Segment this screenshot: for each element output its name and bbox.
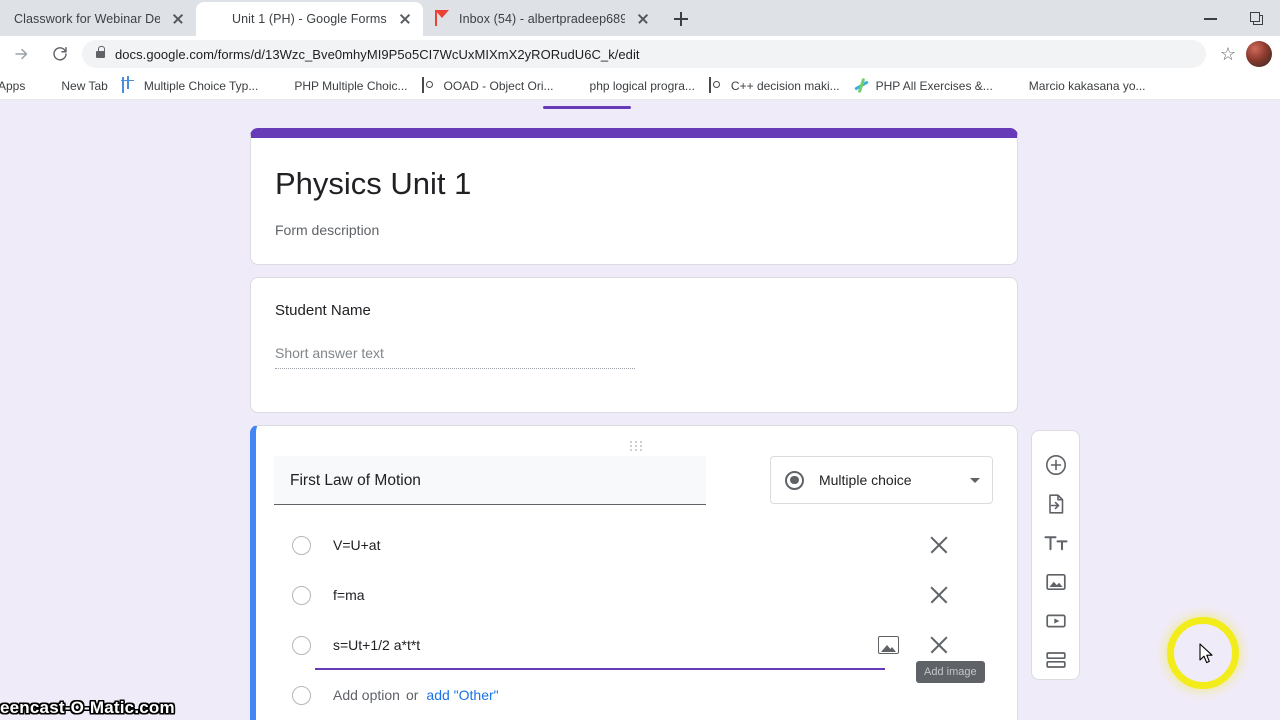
import-questions-button[interactable] xyxy=(1036,484,1076,523)
bookmark-php-all-exercises[interactable]: PHP All Exercises &... xyxy=(848,74,999,98)
browser-window: Classwork for Webinar Demo Unit 1 (PH) -… xyxy=(0,0,1280,720)
globe-icon xyxy=(272,78,288,94)
bookmarks-bar: Apps New Tab Multiple Choice Typ... PHP … xyxy=(0,72,1280,100)
bookmark-label: OOAD - Object Ori... xyxy=(443,78,554,93)
add-option-row[interactable]: Add option or add "Other" xyxy=(274,671,993,719)
add-video-button[interactable] xyxy=(1036,601,1076,640)
bookmark-multiple-choice-typ[interactable]: Multiple Choice Typ... xyxy=(116,74,265,98)
diamond-icon xyxy=(708,76,725,94)
option-row-focused[interactable]: s=Ut+1/2 a*t*t Add image xyxy=(274,621,993,683)
google-forms-favicon xyxy=(208,11,224,27)
blue-document-icon xyxy=(1168,78,1184,94)
mouse-cursor xyxy=(1199,643,1215,665)
option-row[interactable]: V=U+at xyxy=(274,521,993,569)
short-answer-placeholder: Short answer text xyxy=(275,345,635,369)
tab-title: Inbox (54) - albertpradeep689@g xyxy=(459,12,625,26)
maximize-window-icon[interactable] xyxy=(1234,2,1280,34)
questions-tab-indicator xyxy=(543,106,631,109)
lock-icon xyxy=(96,46,106,58)
table-icon xyxy=(121,76,138,94)
question-title: Student Name xyxy=(275,302,371,319)
diamond-icon xyxy=(421,76,438,94)
option-text[interactable]: s=Ut+1/2 a*t*t xyxy=(333,637,877,653)
tab-close-icon[interactable] xyxy=(635,11,651,27)
address-bar[interactable]: docs.google.com/forms/d/13Wzc_Bve0mhyMI9… xyxy=(82,40,1206,68)
minimize-window-icon[interactable] xyxy=(1188,2,1234,34)
bookmark-label: php logical progra... xyxy=(589,78,695,93)
tab-title: Classwork for Webinar Demo xyxy=(14,12,160,26)
globe-icon xyxy=(1007,78,1023,94)
star-icon[interactable]: ☆ xyxy=(1216,42,1240,66)
option-row[interactable]: f=ma xyxy=(274,571,993,619)
new-tab-button[interactable] xyxy=(667,5,695,33)
tab-strip: Classwork for Webinar Demo Unit 1 (PH) -… xyxy=(0,0,1280,36)
php-icon xyxy=(568,78,584,94)
gmail-favicon xyxy=(435,10,451,27)
window-controls xyxy=(1188,0,1280,36)
question-title-input[interactable]: First Law of Motion xyxy=(274,456,706,505)
add-other-link[interactable]: add "Other" xyxy=(426,687,498,703)
bookmark-label: PHP Multiple Choic... xyxy=(294,78,408,93)
google-forms-page: Physics Unit 1 Form description Student … xyxy=(0,100,1280,720)
bookmark-blue-document[interactable] xyxy=(1162,74,1196,98)
bookmark-ooad-object-ori[interactable]: OOAD - Object Ori... xyxy=(416,74,560,98)
bookmark-label: New Tab xyxy=(61,78,108,93)
bookmark-new-tab[interactable]: New Tab xyxy=(33,74,113,98)
question-header-row: First Law of Motion Multiple choice xyxy=(274,426,993,505)
url-text: docs.google.com/forms/d/13Wzc_Bve0mhyMI9… xyxy=(115,46,640,62)
question-type-dropdown[interactable]: Multiple choice xyxy=(769,456,993,504)
browser-toolbar: docs.google.com/forms/d/13Wzc_Bve0mhyMI9… xyxy=(0,36,1280,72)
form-title[interactable]: Physics Unit 1 xyxy=(275,164,993,208)
star-burst-icon xyxy=(854,78,870,94)
add-section-button[interactable] xyxy=(1036,640,1076,679)
or-label: or xyxy=(405,687,419,703)
option-focus-underline xyxy=(315,668,885,670)
form-description[interactable]: Form description xyxy=(275,222,993,238)
radio-unchecked-icon xyxy=(292,535,311,555)
option-text[interactable]: f=ma xyxy=(333,587,927,603)
screencast-watermark: eencast-O-Matic.com xyxy=(0,698,175,717)
radio-unchecked-icon xyxy=(292,635,311,655)
active-question-card[interactable]: First Law of Motion Multiple choice V=U+… xyxy=(250,425,1018,720)
add-title-and-description-button[interactable] xyxy=(1036,523,1076,562)
bookmark-label: C++ decision maki... xyxy=(730,78,840,93)
reload-icon[interactable] xyxy=(46,40,74,68)
form-header-card[interactable]: Physics Unit 1 Form description xyxy=(250,128,1018,265)
bookmark-label: Multiple Choice Typ... xyxy=(143,78,259,93)
chevron-down-icon xyxy=(970,477,980,483)
drag-handle-icon[interactable] xyxy=(256,440,1017,452)
remove-option-icon[interactable] xyxy=(927,533,951,557)
bookmark-label: Apps xyxy=(0,78,26,93)
bookmark-label: PHP All Exercises &... xyxy=(875,78,993,93)
form-tools-toolbar xyxy=(1031,430,1080,680)
bookmark-marcio-kakasana-yo[interactable]: Marcio kakasana yo... xyxy=(1001,74,1152,98)
radio-unchecked-icon xyxy=(292,585,311,605)
forms-editor-column: Physics Unit 1 Form description Student … xyxy=(250,128,1018,720)
profile-avatar[interactable] xyxy=(1246,41,1272,67)
tab-close-icon[interactable] xyxy=(397,11,413,27)
add-question-button[interactable] xyxy=(1036,445,1076,484)
add-image-button[interactable] xyxy=(1036,562,1076,601)
tab-close-icon[interactable] xyxy=(170,11,186,27)
radio-unchecked-icon xyxy=(292,685,311,705)
bookmark-php-multiple-choic[interactable]: PHP Multiple Choic... xyxy=(266,74,413,98)
bookmark-label: Marcio kakasana yo... xyxy=(1028,78,1146,93)
browser-tab-classwork[interactable]: Classwork for Webinar Demo xyxy=(0,2,196,36)
bookmark-apps[interactable]: Apps xyxy=(0,74,31,98)
add-image-to-option-icon[interactable] xyxy=(877,633,901,657)
bookmark-cpp-decision-maki[interactable]: C++ decision maki... xyxy=(703,74,846,98)
question-card-student-name[interactable]: Student Name Short answer text xyxy=(250,277,1018,413)
tab-title: Unit 1 (PH) - Google Forms xyxy=(232,12,387,26)
remove-option-icon[interactable] xyxy=(927,633,951,657)
add-option-label[interactable]: Add option xyxy=(333,687,400,703)
bookmark-php-logical-progra[interactable]: php logical progra... xyxy=(562,74,701,98)
globe-icon xyxy=(39,78,55,94)
option-text[interactable]: V=U+at xyxy=(333,537,927,553)
forward-arrow-icon[interactable] xyxy=(8,40,36,68)
browser-tab-google-forms[interactable]: Unit 1 (PH) - Google Forms xyxy=(196,2,423,36)
radio-button-icon xyxy=(784,470,804,490)
remove-option-icon[interactable] xyxy=(927,583,951,607)
question-type-label: Multiple choice xyxy=(818,472,912,488)
browser-tab-gmail[interactable]: Inbox (54) - albertpradeep689@g xyxy=(423,2,661,36)
